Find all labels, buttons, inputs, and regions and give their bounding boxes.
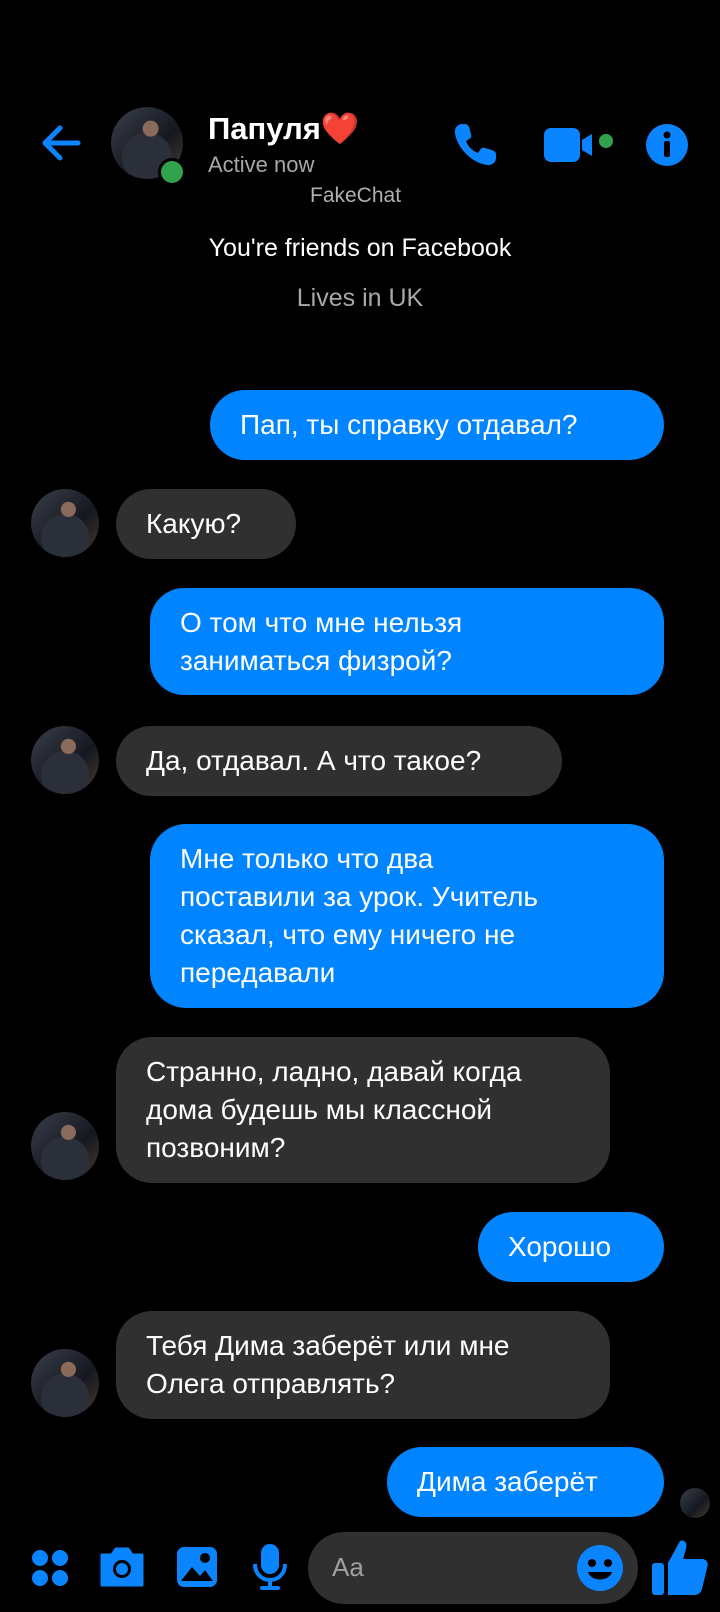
message-bubble-outgoing[interactable]: О том что мне нельзя заниматься физрой? bbox=[150, 588, 664, 695]
message-bubble-outgoing[interactable]: Хорошо bbox=[478, 1212, 664, 1282]
location-info: Lives in UK bbox=[296, 284, 424, 312]
watermark-text: FakeChat bbox=[310, 184, 402, 207]
menu-dots-icon[interactable] bbox=[30, 1548, 70, 1588]
emoji-icon[interactable] bbox=[576, 1544, 624, 1592]
contact-name[interactable]: Папуля❤️ bbox=[208, 110, 359, 147]
camera-icon[interactable] bbox=[98, 1545, 146, 1589]
message-bubble-incoming[interactable]: Тебя Дима заберёт или мне Олега отправля… bbox=[116, 1311, 610, 1419]
contact-avatar-small bbox=[31, 489, 99, 557]
contact-avatar-small bbox=[31, 1349, 99, 1417]
contact-avatar-small bbox=[31, 726, 99, 794]
message-input-placeholder: Aa bbox=[332, 1552, 364, 1582]
contact-avatar-small bbox=[31, 1112, 99, 1180]
message-bubble-outgoing[interactable]: Дима заберёт bbox=[387, 1447, 664, 1517]
thumbs-up-icon[interactable] bbox=[650, 1537, 710, 1597]
message-bubble-incoming[interactable]: Да, отдавал. А что такое? bbox=[116, 726, 562, 796]
microphone-icon[interactable] bbox=[250, 1542, 290, 1592]
friends-info: You're friends on Facebook bbox=[208, 234, 512, 262]
active-status: Active now bbox=[208, 152, 315, 177]
video-camera-icon[interactable] bbox=[544, 124, 614, 168]
online-indicator bbox=[158, 158, 186, 186]
back-arrow-icon[interactable] bbox=[38, 118, 88, 168]
gallery-icon[interactable] bbox=[175, 1545, 219, 1589]
seen-avatar bbox=[680, 1488, 710, 1518]
phone-icon[interactable] bbox=[450, 120, 500, 170]
message-bubble-incoming[interactable]: Странно, ладно, давай когда дома будешь … bbox=[116, 1037, 610, 1183]
info-icon[interactable] bbox=[645, 123, 689, 167]
message-bubble-outgoing[interactable]: Мне только что два поставили за урок. Уч… bbox=[150, 824, 664, 1008]
message-bubble-incoming[interactable]: Какую? bbox=[116, 489, 296, 559]
message-bubble-outgoing[interactable]: Пап, ты справку отдавал? bbox=[210, 390, 664, 460]
